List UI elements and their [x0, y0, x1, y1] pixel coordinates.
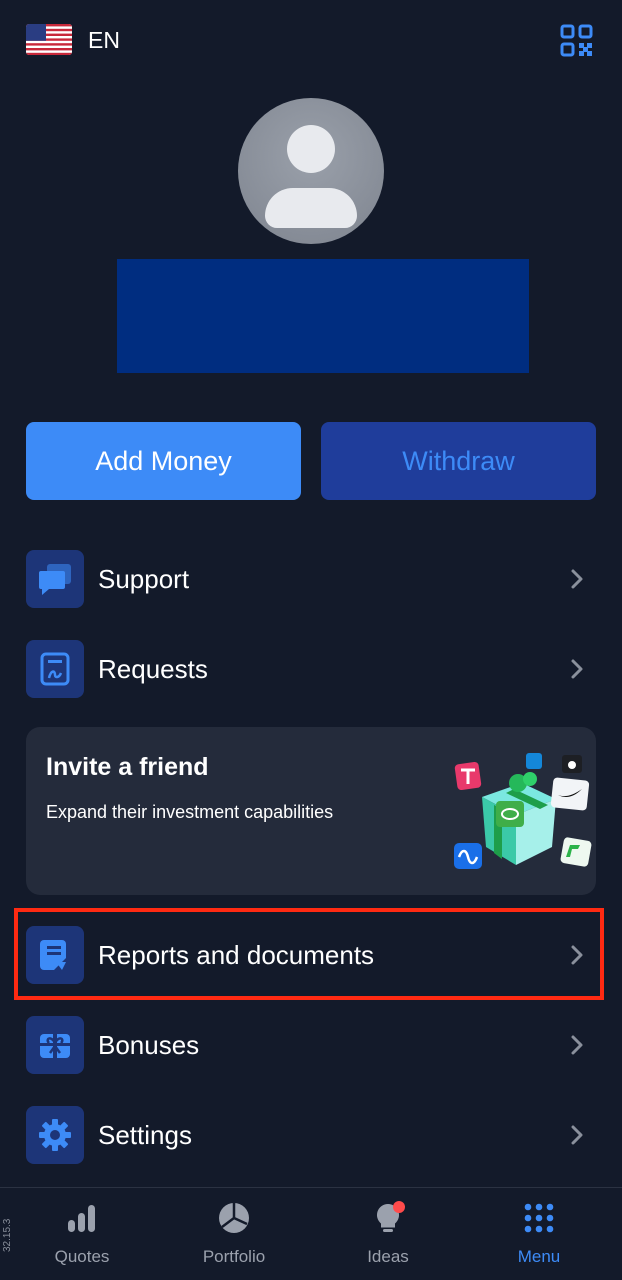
- report-document-icon: [26, 926, 84, 984]
- gift-box-illustration-icon: [454, 753, 592, 869]
- chat-icon: [26, 550, 84, 608]
- settings-label: Settings: [98, 1119, 192, 1150]
- tab-ideas-label: Ideas: [367, 1247, 409, 1266]
- lightbulb-icon: [376, 1201, 405, 1232]
- support-label: Support: [98, 563, 190, 594]
- menu-item-support[interactable]: Support: [26, 549, 596, 609]
- withdraw-button[interactable]: Withdraw: [321, 422, 596, 500]
- menu-item-reports-and-documents[interactable]: Reports and documents: [26, 925, 596, 985]
- reports-label: Reports and documents: [98, 939, 375, 970]
- chevron-right-icon: [571, 569, 583, 589]
- chevron-right-icon: [571, 945, 583, 965]
- gift-icon: [26, 1016, 84, 1074]
- request-document-icon: [26, 640, 84, 698]
- chevron-right-icon: [571, 1125, 583, 1145]
- tab-portfolio-label: Portfolio: [202, 1247, 266, 1266]
- gear-icon: [26, 1106, 84, 1164]
- us-flag-icon[interactable]: [26, 24, 72, 55]
- menu-item-requests[interactable]: Requests: [26, 639, 596, 699]
- tab-menu-label: Menu: [517, 1247, 561, 1266]
- tab-menu[interactable]: Menu: [479, 1200, 599, 1270]
- menu-screen: EN Add Money Withdraw Support Requests I…: [0, 0, 622, 1280]
- tab-quotes[interactable]: Quotes: [22, 1200, 142, 1270]
- menu-item-settings[interactable]: Settings: [26, 1105, 596, 1165]
- bonuses-label: Bonuses: [98, 1029, 200, 1060]
- chevron-right-icon: [571, 1035, 583, 1055]
- pie-chart-icon: [219, 1203, 249, 1233]
- user-avatar-icon[interactable]: [238, 98, 384, 244]
- avatar-body: [265, 188, 357, 228]
- qr-code-icon[interactable]: [560, 24, 593, 57]
- avatar-head: [287, 125, 335, 173]
- invite-subtitle: Expand their investment capabilities: [46, 802, 334, 822]
- invite-title: Invite a friend: [46, 753, 209, 781]
- requests-label: Requests: [98, 653, 208, 684]
- language-label[interactable]: EN: [88, 27, 120, 54]
- add-money-button[interactable]: Add Money: [26, 422, 301, 500]
- menu-item-bonuses[interactable]: Bonuses: [26, 1015, 596, 1075]
- invite-friend-card[interactable]: Invite a friend Expand their investment …: [26, 727, 596, 895]
- redacted-user-name: [117, 259, 529, 373]
- chevron-right-icon: [571, 659, 583, 679]
- tab-portfolio[interactable]: Portfolio: [174, 1200, 294, 1270]
- bar-chart-icon: [68, 1205, 95, 1232]
- app-version-label: 32.15.3: [2, 1218, 13, 1252]
- tab-quotes-label: Quotes: [54, 1247, 110, 1266]
- tab-ideas[interactable]: Ideas: [328, 1200, 448, 1270]
- grid-dots-icon: [524, 1203, 554, 1233]
